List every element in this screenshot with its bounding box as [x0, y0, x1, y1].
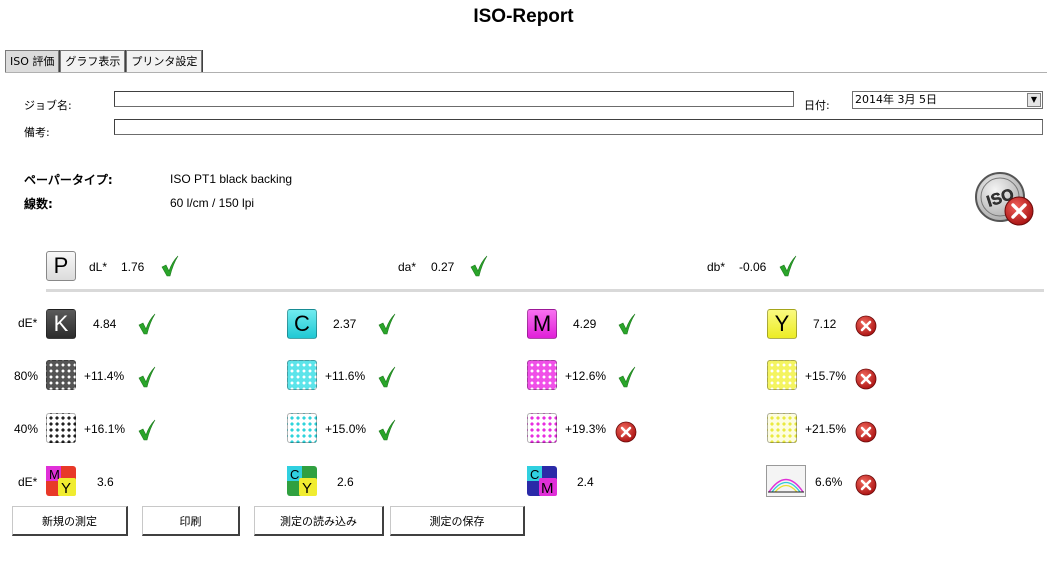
load-measurement-button[interactable]: 測定の読み込み	[254, 506, 384, 536]
paper-tile: P	[46, 251, 76, 281]
db-label: db*	[707, 260, 726, 274]
overprint-cm-bottom: M	[541, 480, 554, 496]
solid-k-value: 4.84	[93, 317, 117, 331]
solid-y-value: 7.12	[813, 317, 837, 331]
tile-yellow: Y	[767, 309, 797, 339]
date-label: 日付:	[804, 99, 830, 112]
error-icon	[855, 421, 877, 447]
overprint-my-tile: M Y	[46, 466, 76, 497]
tint40-cyan-tile	[287, 413, 317, 443]
overprint-cm-tile: C M	[527, 466, 557, 497]
screen-ruling-value: 60 l/cm / 150 lpi	[170, 196, 255, 210]
solids-row-label: dE*	[18, 316, 38, 330]
tint40-magenta-tile	[527, 413, 557, 443]
date-value: 2014年 3月 5日	[855, 93, 937, 106]
tv40-y-value: +21.5%	[805, 422, 847, 436]
tint80-yellow-tile	[767, 360, 797, 390]
error-icon	[855, 368, 877, 394]
overprint-cy-value: 2.6	[337, 475, 354, 489]
page-title: ISO-Report	[473, 6, 574, 27]
tint80-black-tile	[46, 360, 76, 390]
save-measurement-button[interactable]: 測定の保存	[390, 506, 525, 536]
checkmark-icon	[161, 255, 179, 281]
print-button[interactable]: 印刷	[142, 506, 240, 536]
overprint-row-label: dE*	[18, 475, 38, 489]
date-picker[interactable]: 2014年 3月 5日 ▼	[852, 91, 1043, 109]
paper-type-value: ISO PT1 black backing	[170, 172, 293, 186]
da-label: da*	[398, 260, 417, 274]
overprint-my-bottom: Y	[61, 480, 71, 496]
tint80-magenta-tile	[527, 360, 557, 390]
error-icon	[855, 474, 877, 500]
tile-cyan: C	[287, 309, 317, 339]
tv40-c-value: +15.0%	[325, 422, 367, 436]
overprint-my-top: M	[49, 467, 60, 482]
gamut-arc-icon	[766, 465, 806, 497]
checkmark-icon	[138, 313, 156, 339]
overprint-cm-top: C	[530, 467, 539, 482]
tab-bar: ISO 評価 グラフ表示 プリンタ設定	[5, 50, 203, 73]
tv40-row-label: 40%	[14, 422, 39, 436]
dl-value: 1.76	[121, 260, 145, 274]
chevron-down-icon[interactable]: ▼	[1027, 93, 1041, 107]
checkmark-icon	[618, 313, 636, 339]
solid-c-value: 2.37	[333, 317, 357, 331]
job-name-label: ジョブ名:	[24, 99, 72, 112]
checkmark-icon	[618, 366, 636, 392]
tv80-c-value: +11.6%	[325, 369, 366, 383]
checkmark-icon	[138, 419, 156, 445]
tint80-cyan-tile	[287, 360, 317, 390]
overprint-my-value: 3.6	[97, 475, 114, 489]
tile-magenta: M	[527, 309, 557, 339]
iso-status-icon: ISO	[973, 171, 1039, 231]
checkmark-icon	[378, 419, 396, 445]
note-label: 備考:	[24, 126, 50, 139]
paper-type-label: ペーパータイプ:	[24, 173, 113, 187]
tv40-m-value: +19.3%	[565, 422, 607, 436]
tile-black: K	[46, 309, 76, 339]
tab-divider	[5, 72, 1047, 73]
note-input[interactable]	[114, 119, 1043, 135]
gamut-value: 6.6%	[815, 475, 843, 489]
screen-ruling-label: 線数:	[24, 197, 53, 211]
da-value: 0.27	[431, 260, 455, 274]
checkmark-icon	[779, 255, 797, 281]
divider	[46, 289, 1044, 292]
tab-graph-view[interactable]: グラフ表示	[60, 50, 126, 72]
checkmark-icon	[378, 366, 396, 392]
job-name-input[interactable]	[114, 91, 794, 107]
overprint-cy-tile: C Y	[287, 466, 317, 497]
solid-m-value: 4.29	[573, 317, 597, 331]
error-icon	[615, 421, 637, 447]
tv80-k-value: +11.4%	[84, 369, 125, 383]
error-icon	[855, 315, 877, 341]
tv80-row-label: 80%	[14, 369, 39, 383]
overprint-cy-top: C	[290, 467, 299, 482]
new-measurement-button[interactable]: 新規の測定	[12, 506, 128, 536]
overprint-cm-value: 2.4	[577, 475, 594, 489]
tv40-k-value: +16.1%	[84, 422, 126, 436]
checkmark-icon	[470, 255, 488, 281]
tint40-yellow-tile	[767, 413, 797, 443]
tab-iso-evaluation[interactable]: ISO 評価	[5, 50, 60, 73]
tint40-black-tile	[46, 413, 76, 443]
tab-printer-settings[interactable]: プリンタ設定	[126, 50, 203, 72]
checkmark-icon	[378, 313, 396, 339]
dl-label: dL*	[89, 260, 108, 274]
checkmark-icon	[138, 366, 156, 392]
db-value: -0.06	[739, 260, 767, 274]
tv80-y-value: +15.7%	[805, 369, 847, 383]
overprint-cy-bottom: Y	[302, 480, 312, 496]
tv80-m-value: +12.6%	[565, 369, 607, 383]
